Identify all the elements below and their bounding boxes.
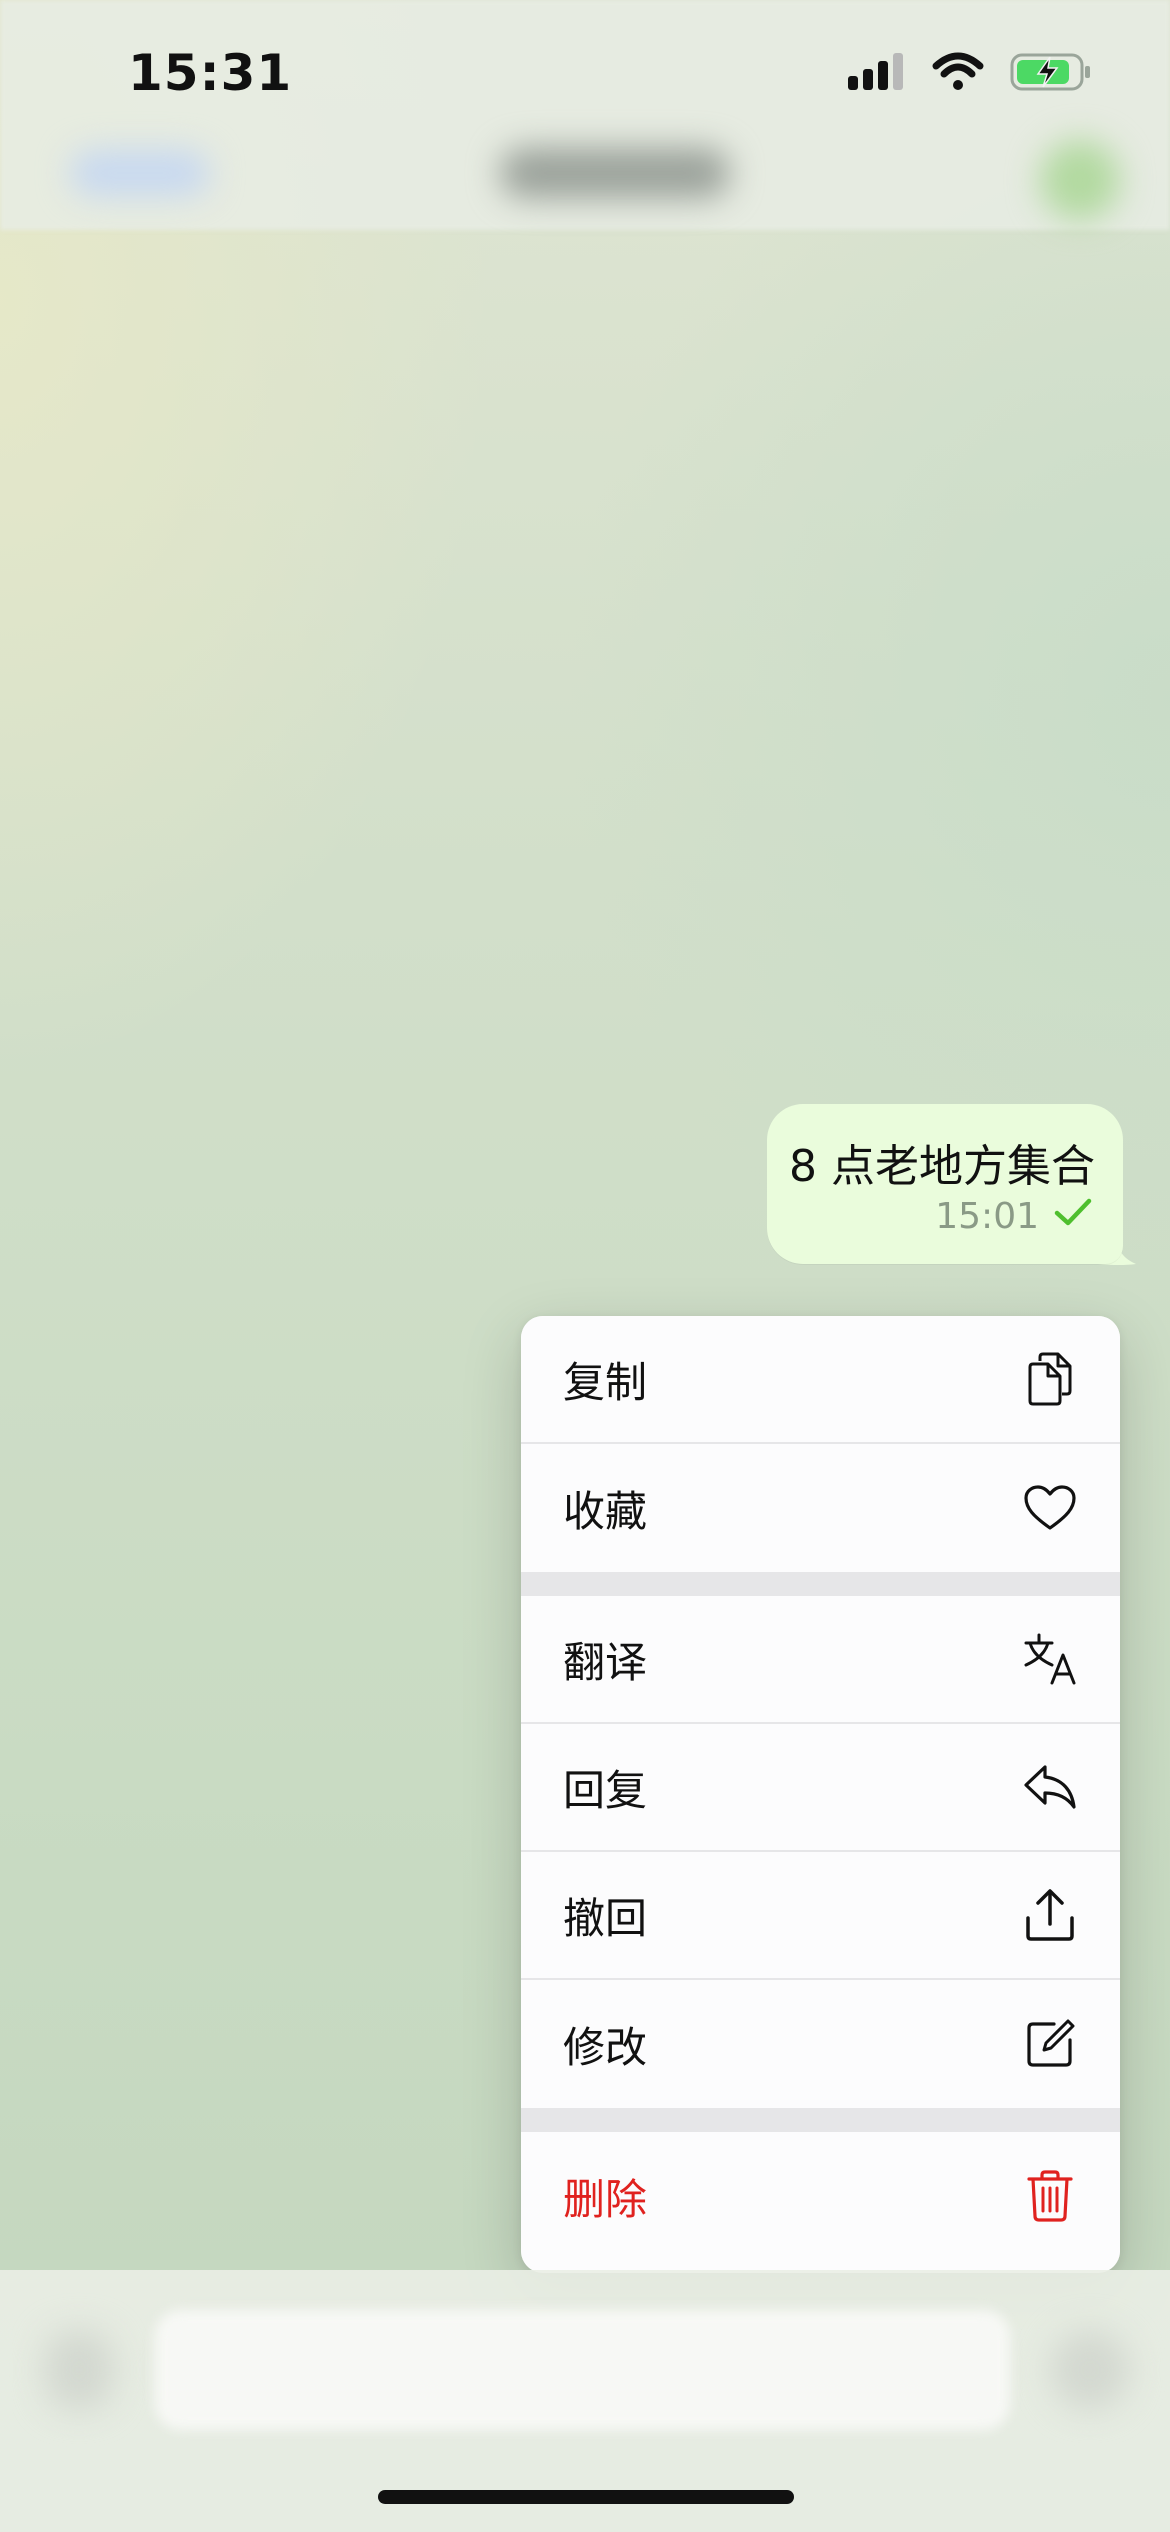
home-indicator bbox=[378, 2490, 794, 2504]
reply-icon bbox=[1022, 1759, 1078, 1815]
checkmark-icon bbox=[1053, 1196, 1093, 1237]
back-button-blurred bbox=[70, 150, 210, 196]
menu-group-separator bbox=[521, 2108, 1120, 2132]
menu-item-label: 复制 bbox=[563, 1357, 648, 1407]
translate-icon bbox=[1022, 1631, 1078, 1687]
chat-title-blurred bbox=[500, 148, 730, 198]
menu-item-translate[interactable]: 翻译 bbox=[521, 1596, 1120, 1724]
menu-item-delete[interactable]: 删除 bbox=[521, 2132, 1120, 2260]
copy-icon bbox=[1022, 1351, 1078, 1407]
cellular-signal-icon bbox=[848, 52, 906, 96]
message-text: 8 点老地方集合 bbox=[789, 1141, 1095, 1192]
message-bubble[interactable]: 8 点老地方集合 15:01 bbox=[767, 1104, 1123, 1264]
menu-item-edit[interactable]: 修改 bbox=[521, 1980, 1120, 2108]
context-menu: 复制 收藏 翻译 回复 撤回 修改 删除 bbox=[521, 1316, 1120, 2273]
status-time: 15:31 bbox=[128, 44, 293, 102]
battery-charging-icon bbox=[1010, 52, 1092, 96]
menu-item-recall[interactable]: 撤回 bbox=[521, 1852, 1120, 1980]
message-input-blurred bbox=[155, 2310, 1010, 2430]
upload-icon bbox=[1022, 1887, 1078, 1943]
wifi-icon bbox=[932, 52, 984, 96]
menu-item-label: 撤回 bbox=[563, 1893, 648, 1943]
heart-icon bbox=[1022, 1480, 1078, 1536]
trash-icon bbox=[1022, 2168, 1078, 2224]
menu-group-separator bbox=[521, 1572, 1120, 1596]
menu-item-copy[interactable]: 复制 bbox=[521, 1316, 1120, 1444]
mic-button-blurred bbox=[1050, 2330, 1130, 2410]
menu-item-label: 翻译 bbox=[563, 1637, 648, 1687]
message-time: 15:01 bbox=[935, 1196, 1039, 1237]
menu-item-label: 删除 bbox=[563, 2174, 648, 2224]
menu-item-reply[interactable]: 回复 bbox=[521, 1724, 1120, 1852]
menu-item-label: 收藏 bbox=[563, 1486, 648, 1536]
menu-item-label: 修改 bbox=[563, 2022, 648, 2072]
avatar-blurred bbox=[1040, 140, 1120, 220]
menu-item-label: 回复 bbox=[563, 1765, 648, 1815]
attach-button-blurred bbox=[44, 2330, 114, 2410]
menu-item-favorite[interactable]: 收藏 bbox=[521, 1444, 1120, 1572]
edit-icon bbox=[1022, 2016, 1078, 2072]
status-icons bbox=[848, 52, 1092, 96]
message-meta: 15:01 bbox=[935, 1196, 1093, 1237]
